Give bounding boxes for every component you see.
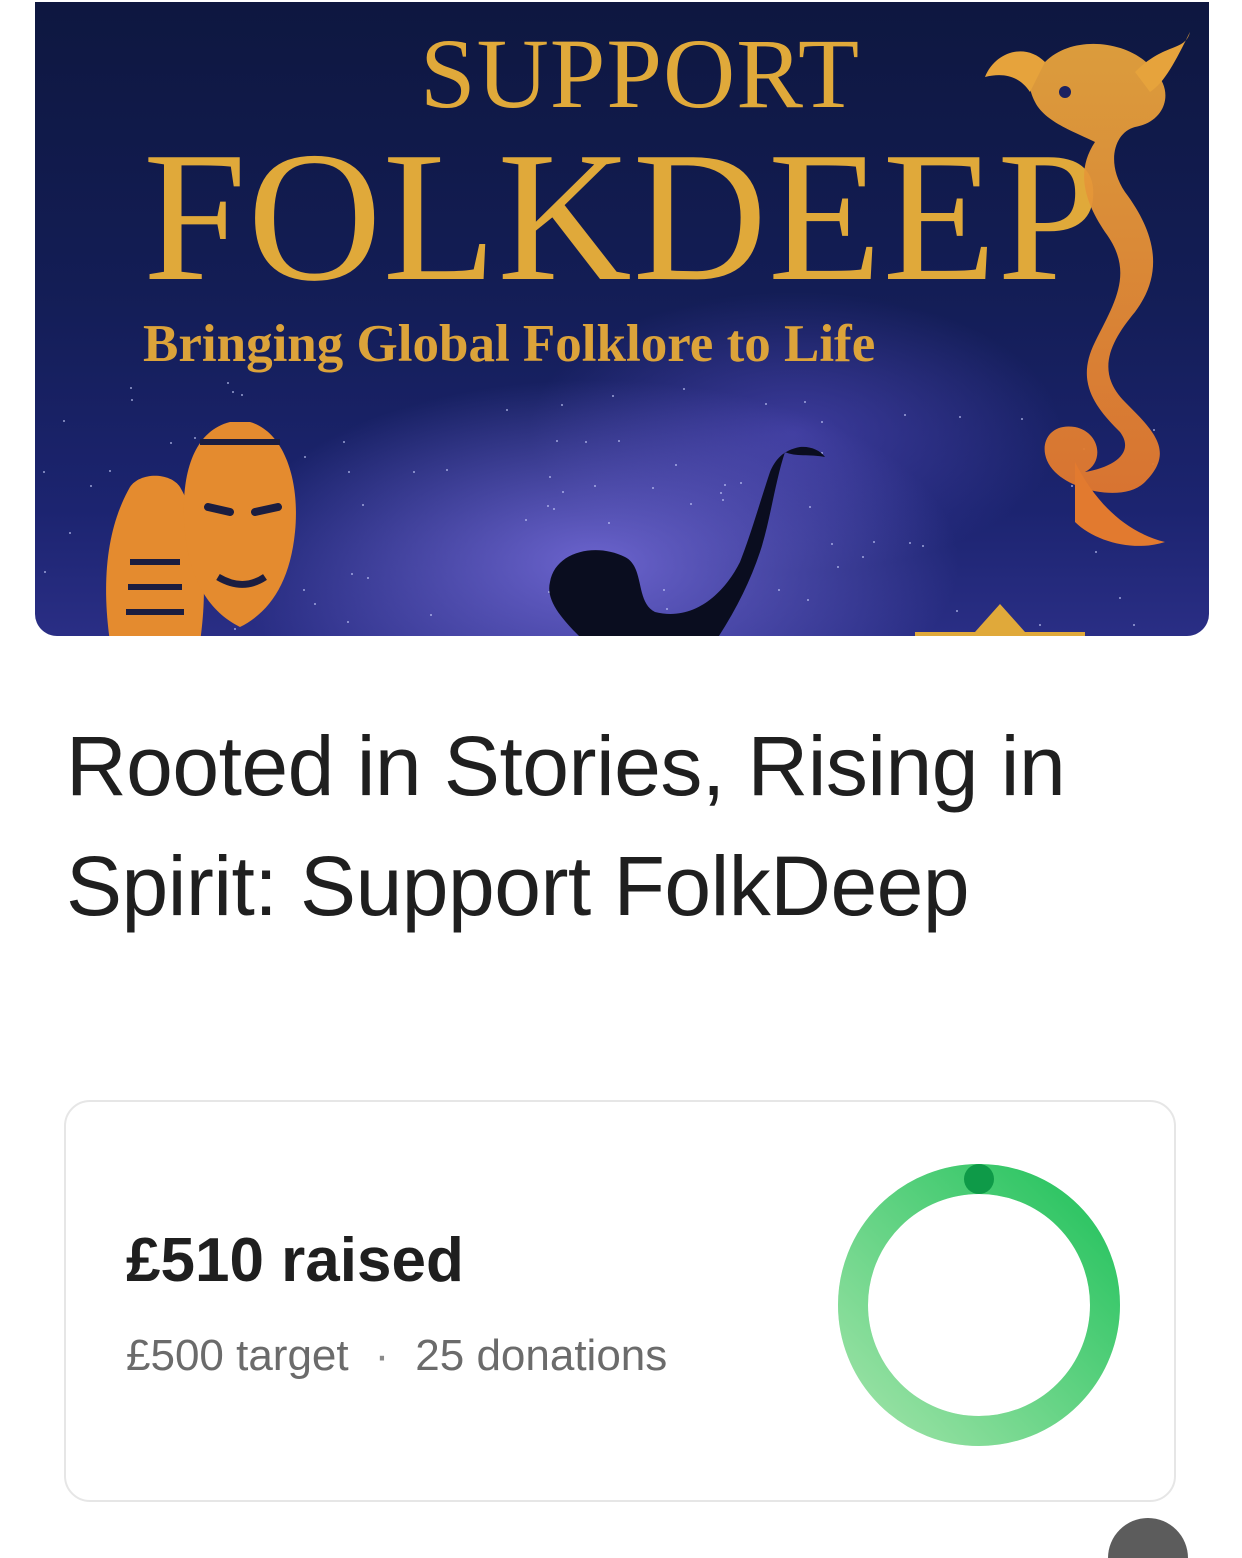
- star-dot: [69, 532, 71, 534]
- donation-progress-card[interactable]: £510 raised £500 target · 25 donations: [64, 1100, 1176, 1502]
- star-dot: [612, 395, 614, 397]
- target-and-donations: £500 target · 25 donations: [126, 1334, 667, 1378]
- star-dot: [351, 573, 353, 575]
- star-dot: [804, 401, 806, 403]
- amount-raised: £510 raised: [126, 1226, 464, 1295]
- star-dot: [683, 388, 685, 390]
- progress-ring-start-cap: [964, 1164, 994, 1194]
- star-dot: [862, 556, 864, 558]
- star-dot: [43, 471, 45, 473]
- star-dot: [63, 420, 65, 422]
- star-dot: [873, 541, 875, 543]
- progress-ring: [838, 1164, 1120, 1446]
- target-amount: £500 target: [126, 1331, 349, 1380]
- star-dot: [130, 387, 132, 389]
- star-dot: [922, 545, 924, 547]
- star-dot: [765, 403, 767, 405]
- star-dot: [821, 421, 823, 423]
- star-dot: [909, 542, 911, 544]
- tribal-masks-illustration: [106, 422, 296, 636]
- star-dot: [362, 504, 364, 506]
- star-dot: [1119, 597, 1121, 599]
- star-dot: [227, 382, 229, 384]
- star-dot: [413, 471, 415, 473]
- banner-subtitle: Bringing Global Folklore to Life: [143, 315, 876, 373]
- campaign-banner-image: SUPPORT FOLKDEEP Bringing Global Folklor…: [35, 2, 1209, 636]
- campaign-title: Rooted in Stories, Rising in Spirit: Sup…: [66, 719, 1066, 933]
- donation-count: 25 donations: [415, 1331, 668, 1380]
- star-dot: [561, 404, 563, 406]
- temple-ornament: [915, 604, 1085, 636]
- star-dot: [506, 409, 508, 411]
- dancer-silhouette: [549, 446, 825, 636]
- floating-action-button[interactable]: [1108, 1518, 1188, 1558]
- star-dot: [367, 577, 369, 579]
- star-dot: [232, 391, 234, 393]
- meta-separator: ·: [374, 1331, 390, 1380]
- star-dot: [131, 399, 133, 401]
- star-dot: [1133, 624, 1135, 626]
- star-dot: [430, 614, 432, 616]
- star-dot: [446, 469, 448, 471]
- star-dot: [241, 394, 243, 396]
- progress-ring-fill: [838, 1164, 1120, 1446]
- dragon-illustration: [985, 32, 1190, 546]
- star-dot: [44, 571, 46, 573]
- star-dot: [904, 414, 906, 416]
